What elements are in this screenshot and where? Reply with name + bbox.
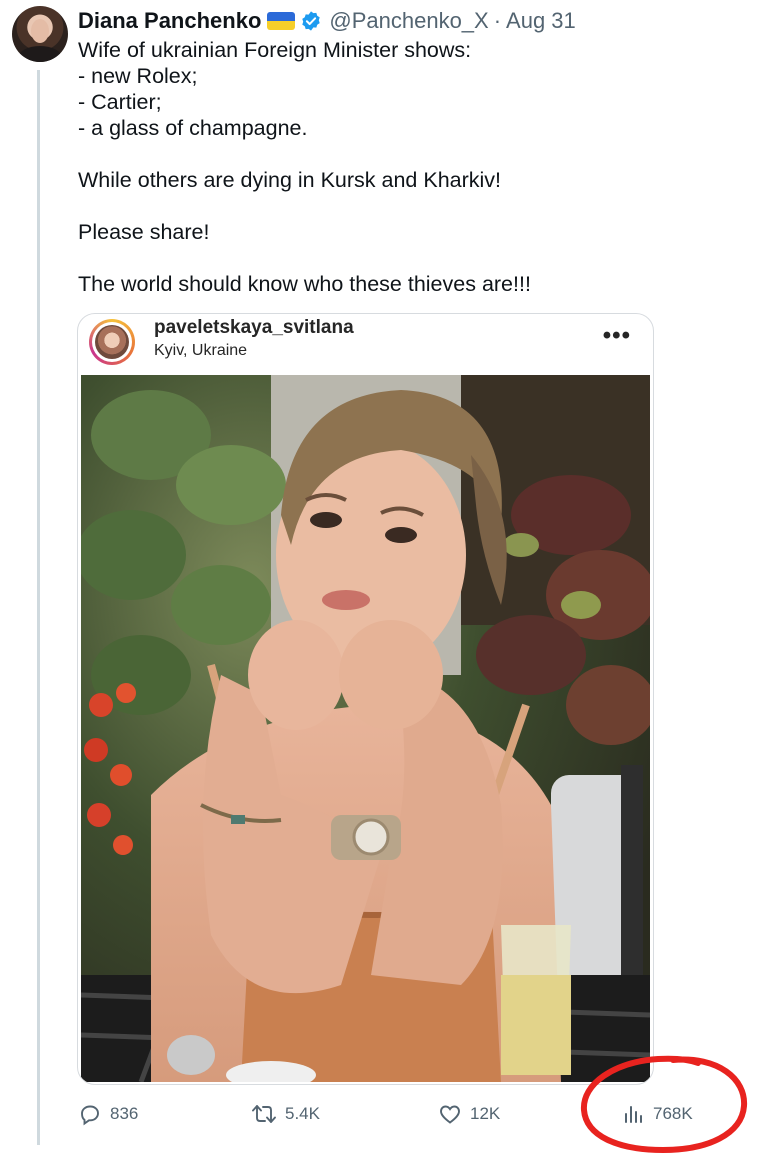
tweet-actions: 836 5.4K 12K 768K xyxy=(78,1097,718,1131)
tweet-date[interactable]: Aug 31 xyxy=(506,8,576,34)
reply-icon xyxy=(81,1105,99,1126)
verified-icon xyxy=(302,11,321,31)
repost-icon xyxy=(252,1105,276,1123)
reply-count: 836 xyxy=(110,1104,139,1123)
tweet-line: The world should know who these thieves … xyxy=(78,272,531,296)
instagram-username[interactable]: paveletskaya_svitlana xyxy=(154,317,354,339)
author-handle[interactable]: @Panchenko_X xyxy=(329,8,488,34)
tweet-line: - Cartier; xyxy=(78,90,162,114)
reply-button[interactable]: 836 xyxy=(78,1097,138,1131)
instagram-location[interactable]: Kyiv, Ukraine xyxy=(154,342,247,360)
photo-illustration xyxy=(81,375,650,1082)
views-button[interactable]: 768K xyxy=(623,1097,693,1131)
instagram-avatar[interactable] xyxy=(89,319,135,365)
tweet-line-gap xyxy=(78,245,728,271)
tweet-line: - new Rolex; xyxy=(78,64,198,88)
like-count: 12K xyxy=(470,1104,501,1123)
like-icon xyxy=(440,1105,460,1124)
like-button[interactable]: 12K xyxy=(438,1097,500,1131)
tweet-line-gap xyxy=(78,193,728,219)
tweet-line: - a glass of champagne. xyxy=(78,116,308,140)
author-avatar[interactable] xyxy=(12,6,68,62)
tweet-line: Please share! xyxy=(78,220,210,244)
tweet-text: Wife of ukrainian Foreign Minister shows… xyxy=(78,37,728,297)
tweet-header: Diana Panchenko @Panchenko_X · Aug 31 xyxy=(78,6,576,36)
tweet-line-gap xyxy=(78,141,728,167)
more-icon[interactable]: ••• xyxy=(603,322,631,350)
repost-button[interactable]: 5.4K xyxy=(251,1097,320,1131)
embedded-instagram-post[interactable]: paveletskaya_svitlana Kyiv, Ukraine ••• xyxy=(77,313,654,1085)
ukraine-flag-icon xyxy=(267,12,296,30)
repost-count: 5.4K xyxy=(285,1104,320,1123)
tweet-line: While others are dying in Kursk and Khar… xyxy=(78,168,502,192)
tweet-line: Wife of ukrainian Foreign Minister shows… xyxy=(78,38,472,62)
post-photo[interactable] xyxy=(81,375,650,1082)
author-name[interactable]: Diana Panchenko xyxy=(78,8,261,34)
views-icon xyxy=(625,1106,642,1123)
views-count: 768K xyxy=(653,1104,693,1123)
separator: · xyxy=(493,8,502,33)
thread-line xyxy=(37,70,40,1145)
